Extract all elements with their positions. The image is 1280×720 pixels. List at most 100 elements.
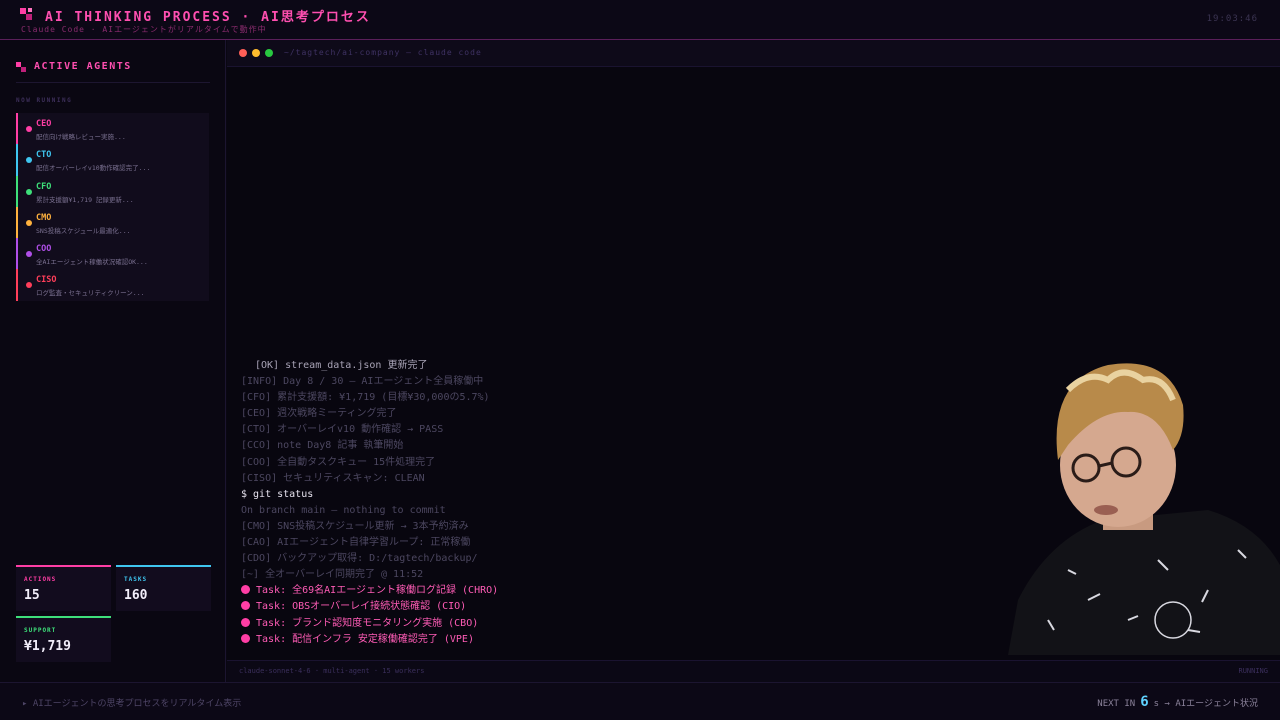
stat-value: ¥1,719 bbox=[24, 639, 71, 654]
log-line: [CMO] SNS投稿スケジュール更新 → 3本予約済み bbox=[241, 519, 1001, 535]
running-status: RUNNING bbox=[1238, 667, 1268, 675]
next-seconds: 6 bbox=[1140, 694, 1149, 710]
panel-title: ACTIVE AGENTS bbox=[34, 61, 132, 72]
model-info: claude-sonnet-4-6 · multi-agent · 15 wor… bbox=[239, 667, 425, 675]
agent-role: CISO bbox=[36, 275, 57, 286]
status-dot-icon bbox=[26, 188, 32, 195]
agent-message: 累計支援額¥1,719 記録更新... bbox=[36, 195, 134, 204]
app-title: AI THINKING PROCESS · AI思考プロセス bbox=[45, 10, 371, 25]
agent-message: 配信オーバーレイv10動作確認完了... bbox=[36, 164, 151, 173]
log-line: [CTO] オーバーレイv10 動作確認 → PASS bbox=[241, 422, 1001, 438]
log-line: [~] 全オーバーレイ同期完了 @ 11:52 bbox=[241, 567, 1001, 583]
log-line: [CEO] 週次戦略ミーティング完了 bbox=[241, 406, 1001, 422]
logo-icon bbox=[20, 8, 34, 22]
agent-list: CEO 配信向け戦略レビュー実施... CTO 配信オーバーレイv10動作確認完… bbox=[16, 113, 209, 301]
clock: 19:03:46 bbox=[1206, 14, 1258, 24]
log-line: [INFO] Day 8 / 30 — AIエージェント全員稼働中 bbox=[241, 374, 1001, 390]
agent-message: 全AIエージェント稼働状況確認OK... bbox=[36, 258, 148, 267]
status-dot-icon bbox=[26, 251, 32, 258]
stat-actions: ACTIONS 15 bbox=[16, 565, 111, 611]
webcam-video bbox=[1008, 350, 1280, 655]
log-text: [CMO] SNS投稿スケジュール更新 → 3本予約済み bbox=[241, 520, 469, 532]
task-bullet-icon bbox=[241, 633, 250, 643]
task-line: Task: OBSオーバーレイ接続状態確認 (CIO) bbox=[241, 599, 1001, 615]
agent-role: COO bbox=[36, 244, 52, 255]
agent-message: SNS投稿スケジュール最適化... bbox=[36, 226, 131, 235]
log-text: Task: 配信インフラ 安定稼働確認完了 (VPE) bbox=[256, 633, 474, 645]
agent-message: 配信向け戦略レビュー実施... bbox=[36, 133, 126, 141]
log-text: [INFO] Day 8 / 30 — AIエージェント全員稼働中 bbox=[241, 376, 484, 388]
status-dot-icon bbox=[26, 126, 32, 132]
log-line: [CISO] セキュリティスキャン: CLEAN bbox=[241, 471, 1001, 487]
log-text: Task: OBSオーバーレイ接続状態確認 (CIO) bbox=[256, 601, 467, 613]
agent-role: CFO bbox=[36, 181, 52, 192]
footer-bar: ▸ AIエージェントの思考プロセスをリアルタイム表示 NEXT IN 6 s → A… bbox=[0, 682, 1280, 720]
status-dot-icon bbox=[26, 219, 32, 226]
agent-item-ciso[interactable]: CISO ログ監査・セキュリティクリーン... bbox=[16, 269, 209, 301]
close-window-icon[interactable] bbox=[239, 49, 247, 57]
log-text: On branch main — nothing to commit bbox=[241, 504, 446, 516]
agent-message: ログ監査・セキュリティクリーン... bbox=[36, 289, 145, 298]
log-text: [CAO] AIエージェント自律学習ループ: 正常稼働 bbox=[241, 537, 471, 549]
log-line: On branch main — nothing to commit bbox=[241, 503, 1001, 519]
log-line: [COO] 全自動タスクキュー 15件処理完了 bbox=[241, 455, 1001, 471]
stat-value: 15 bbox=[24, 588, 40, 603]
log-text: [OK] stream_data.json 更新完了 bbox=[255, 360, 428, 371]
log-text: Task: ブランド認知度モニタリング実施 (CBO) bbox=[256, 617, 479, 629]
log-text: [COO] 全自動タスクキュー 15件処理完了 bbox=[241, 456, 436, 468]
log-text: [CDO] バックアップ取得: D:/tagtech/backup/ bbox=[241, 553, 478, 565]
task-bullet-icon bbox=[241, 601, 250, 611]
log-line: [OK] stream_data.json 更新完了 bbox=[241, 358, 1001, 374]
stat-support: SUPPORT ¥1,719 bbox=[16, 616, 111, 662]
maximize-window-icon[interactable] bbox=[265, 49, 273, 57]
terminal-log: [OK] stream_data.json 更新完了 [INFO] Day 8 /… bbox=[241, 358, 1001, 648]
terminal-titlebar: ~/tagtech/ai-company — claude code bbox=[227, 40, 1280, 67]
agent-role: CTO bbox=[36, 150, 52, 161]
next-prefix: NEXT IN bbox=[1097, 699, 1136, 709]
stat-label: SUPPORT bbox=[24, 627, 57, 634]
task-line: Task: ブランド認知度モニタリング実施 (CBO) bbox=[241, 616, 1001, 632]
command-line: $ git status bbox=[241, 487, 1001, 503]
log-text: [CTO] オーバーレイv10 動作確認 → PASS bbox=[241, 424, 444, 436]
agent-item-cmo[interactable]: CMO SNS投稿スケジュール最適化... bbox=[16, 206, 209, 239]
agent-item-cfo[interactable]: CFO 累計支援額¥1,719 記録更新... bbox=[16, 175, 209, 207]
terminal-status-bar: claude-sonnet-4-6 · multi-agent · 15 wor… bbox=[227, 660, 1280, 682]
agent-item-ceo[interactable]: CEO 配信向け戦略レビュー実施... bbox=[16, 113, 209, 145]
section-label: NOW RUNNING bbox=[16, 97, 73, 104]
stat-value: 160 bbox=[124, 588, 148, 603]
log-line: [CDO] バックアップ取得: D:/tagtech/backup/ bbox=[241, 551, 1001, 567]
presenter-image bbox=[1008, 363, 1280, 655]
log-line: [CFO] 累計支援額: ¥1,719 (目標¥30,000の5.7%) bbox=[241, 390, 1001, 406]
log-text: [CFO] 累計支援額: ¥1,719 (目標¥30,000の5.7%) bbox=[241, 392, 490, 404]
stat-tasks: TASKS 160 bbox=[116, 565, 211, 611]
log-line: [CCO] note Day8 記事 執筆開始 bbox=[241, 438, 1001, 454]
task-bullet-icon bbox=[241, 585, 250, 595]
agent-role: CEO bbox=[36, 119, 52, 129]
stat-label: TASKS bbox=[124, 576, 148, 583]
panel-header: ACTIVE AGENTS bbox=[16, 61, 210, 83]
agents-sidebar: ACTIVE AGENTS NOW RUNNING CEO 配信向け戦略レビュー… bbox=[0, 40, 226, 682]
log-line: [CAO] AIエージェント自律学習ループ: 正常稼働 bbox=[241, 535, 1001, 551]
app-subtitle: Claude Code · AIエージェントがリアルタイムで動作中 bbox=[21, 25, 267, 34]
minimize-window-icon[interactable] bbox=[252, 49, 260, 57]
log-text: [CEO] 週次戦略ミーティング完了 bbox=[241, 408, 397, 420]
log-text: [~] 全オーバーレイ同期完了 @ 11:52 bbox=[241, 569, 424, 581]
terminal-path: ~/tagtech/ai-company — claude code bbox=[284, 48, 482, 57]
status-dot-icon bbox=[26, 157, 32, 164]
task-line: Task: 全69名AIエージェント稼働ログ記録 (CHRO) bbox=[241, 583, 1001, 599]
next-suffix: s → AIエージェント状況 bbox=[1153, 699, 1258, 709]
footer-caption: ▸ AIエージェントの思考プロセスをリアルタイム表示 bbox=[22, 699, 242, 709]
stat-label: ACTIONS bbox=[24, 576, 57, 583]
agent-role: CMO bbox=[36, 212, 52, 223]
log-text: Task: 全69名AIエージェント稼働ログ記録 (CHRO) bbox=[256, 585, 499, 597]
task-bullet-icon bbox=[241, 617, 250, 627]
panel-icon bbox=[16, 62, 26, 72]
header-bar: AI THINKING PROCESS · AI思考プロセス Claude Co… bbox=[0, 0, 1280, 40]
agent-item-cto[interactable]: CTO 配信オーバーレイv10動作確認完了... bbox=[16, 144, 209, 176]
log-text: [CISO] セキュリティスキャン: CLEAN bbox=[241, 472, 425, 484]
next-countdown: NEXT IN 6 s → AIエージェント状況 bbox=[1097, 694, 1258, 710]
task-line: Task: 配信インフラ 安定稼働確認完了 (VPE) bbox=[241, 632, 1001, 648]
log-text: [CCO] note Day8 記事 執筆開始 bbox=[241, 440, 404, 452]
status-dot-icon bbox=[26, 282, 32, 289]
agent-item-coo[interactable]: COO 全AIエージェント稼働状況確認OK... bbox=[16, 238, 209, 270]
